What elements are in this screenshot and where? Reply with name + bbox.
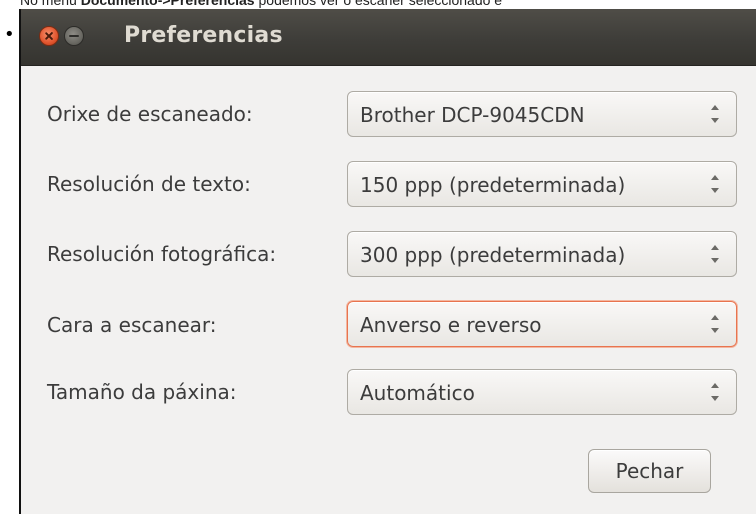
spinner-arrows-icon — [710, 314, 720, 334]
preferences-dialog: Preferencias Orixe de escaneado: Brother… — [19, 9, 756, 514]
spinner-arrows-icon — [710, 104, 720, 124]
scan-source-label: Orixe de escaneado: — [47, 102, 253, 126]
spinner-arrows-icon — [710, 174, 720, 194]
spinner-arrows-icon — [710, 382, 720, 402]
scan-side-value: Anverso e reverso — [360, 313, 542, 337]
text-resolution-label: Resolución de texto: — [47, 172, 251, 196]
text-resolution-combo[interactable]: 150 ppp (predeterminada) — [347, 161, 737, 207]
photo-resolution-combo[interactable]: 300 ppp (predeterminada) — [347, 231, 737, 277]
text-resolution-value: 150 ppp (predeterminada) — [360, 173, 626, 197]
page-size-combo[interactable]: Automático — [347, 369, 737, 415]
window-title: Preferencias — [124, 23, 283, 48]
close-button[interactable]: Pechar — [588, 449, 711, 493]
page-size-label: Tamaño da páxina: — [47, 380, 237, 404]
scan-source-combo[interactable]: Brother DCP-9045CDN — [347, 91, 737, 137]
scan-side-label: Cara a escanear: — [47, 313, 217, 337]
caption-suffix: podemos ver o escaner seleccionado e — [254, 0, 503, 8]
photo-resolution-label: Resolución fotográfica: — [47, 242, 277, 266]
photo-resolution-value: 300 ppp (predeterminada) — [360, 243, 626, 267]
window-titlebar[interactable]: Preferencias — [21, 9, 756, 66]
caption-menu-path: Documento->Preferencias — [80, 0, 255, 8]
close-icon[interactable] — [39, 26, 59, 46]
scan-side-combo[interactable]: Anverso e reverso — [347, 301, 737, 347]
page-size-value: Automático — [360, 381, 475, 405]
list-bullet: • — [4, 24, 15, 45]
caption-prefix: No menú — [20, 0, 81, 8]
minimize-icon[interactable] — [64, 26, 84, 46]
spinner-arrows-icon — [710, 244, 720, 264]
scan-source-value: Brother DCP-9045CDN — [360, 103, 585, 127]
